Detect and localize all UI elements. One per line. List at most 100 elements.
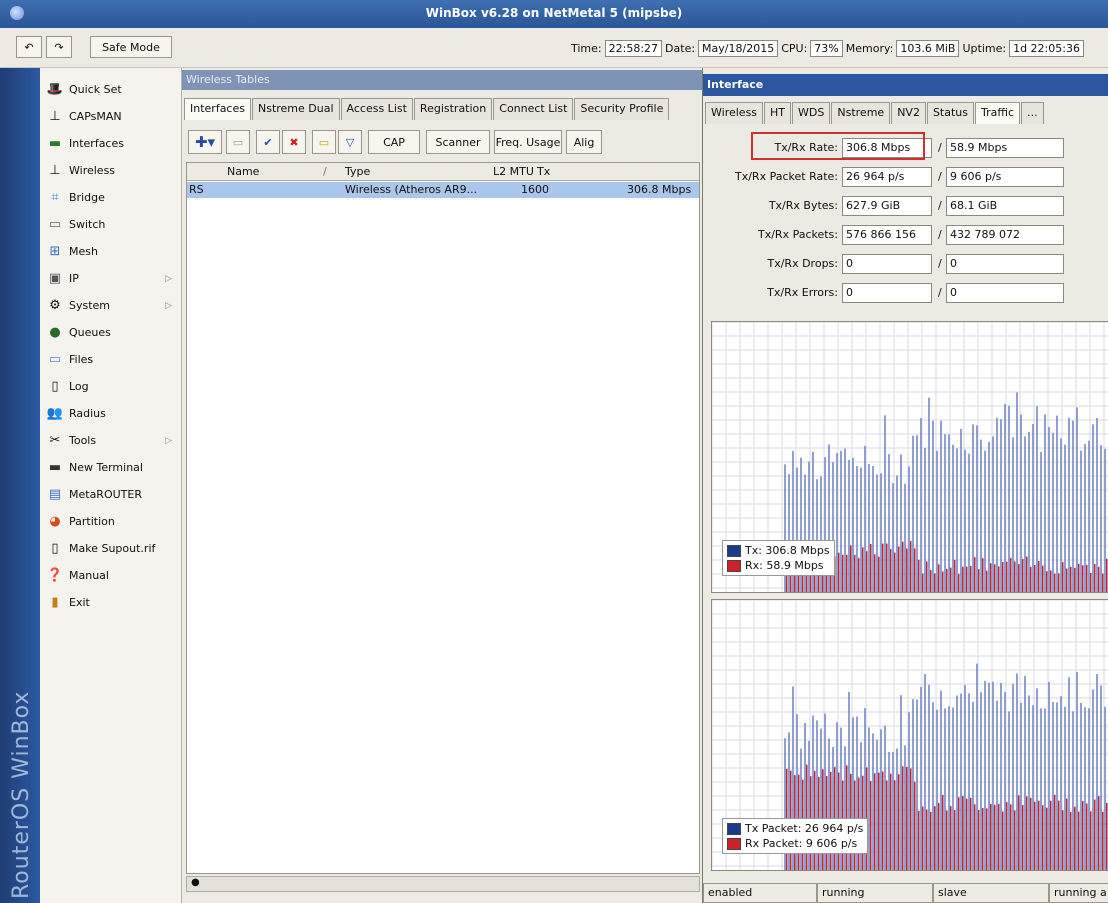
remove-button[interactable]: ▭ [226,130,250,154]
menu-item-quick-set[interactable]: 🎩 Quick Set [40,76,182,103]
column-tx[interactable]: Tx [537,165,550,178]
tab-security-profile[interactable]: Security Profile [574,98,670,120]
tx-bar [1064,444,1066,592]
tab-nv2[interactable]: NV2 [891,102,926,124]
menu-item-manual[interactable]: ❓ Manual [40,562,182,589]
add-button[interactable]: ✚▾ [188,130,222,154]
filter-button[interactable]: ▽ [338,130,362,154]
rx-bar [1014,810,1016,870]
menu-item-wireless[interactable]: ⊥ Wireless [40,157,182,184]
rx-bar [882,771,884,870]
tab-registration[interactable]: Registration [413,98,493,120]
menu-item-make-supout[interactable]: ▯ Make Supout.rif [40,535,182,562]
tx-bar [988,682,990,870]
tx-bar [1060,438,1062,592]
table-row[interactable]: RS Wireless (Atheros AR9... 1600 306.8 M… [187,182,699,198]
rx-bar [962,566,964,592]
menu-item-metarouter[interactable]: ▤ MetaROUTER [40,481,182,508]
field-rx-value[interactable]: 0 [946,283,1064,303]
interfaces-icon: ▬ [48,136,62,151]
tab-nstreme-dual[interactable]: Nstreme Dual [251,98,340,120]
field-tx-value[interactable]: 627.9 GiB [842,196,932,216]
tx-bar [972,701,974,870]
menu-item-system[interactable]: ⚙ System ▷ [40,292,182,319]
rx-bar [1074,567,1076,592]
field-rx-value[interactable]: 68.1 GiB [946,196,1064,216]
rx-bar [1094,799,1096,870]
tx-bar [1060,696,1062,870]
field-tx-value[interactable]: 576 866 156 [842,225,932,245]
menu-item-radius[interactable]: 👥 Radius [40,400,182,427]
menu-item-bridge[interactable]: ⌗ Bridge [40,184,182,211]
comment-button[interactable]: ▭ [312,130,336,154]
menu-item-switch[interactable]: ▭ Switch [40,211,182,238]
rx-bar [918,559,920,592]
tx-bar [924,447,926,592]
x-icon: ✖ [289,135,299,149]
rx-bar [1082,565,1084,592]
rx-bar [942,571,944,592]
field-rx-value[interactable]: 0 [946,254,1064,274]
column-name[interactable]: Name [227,165,259,178]
field-tx-value[interactable]: 0 [842,283,932,303]
rx-bar [986,808,988,870]
tab-connect-list[interactable]: Connect List [493,98,574,120]
menu-item-tools[interactable]: ✂ Tools ▷ [40,427,182,454]
align-button[interactable]: Alig [566,130,602,154]
rx-bar [1098,566,1100,592]
tab-more[interactable]: ... [1021,102,1044,124]
tx-bar [964,449,966,592]
freq-usage-button[interactable]: Freq. Usage [494,130,562,154]
tx-bar [1044,414,1046,592]
tx-bar [976,663,978,870]
field-tx-value[interactable]: 0 [842,254,932,274]
tab-interfaces[interactable]: Interfaces [184,98,251,120]
brand-text: RouterOS WinBox [9,690,34,899]
tab-traffic[interactable]: Traffic [975,102,1021,124]
menu-item-interfaces[interactable]: ▬ Interfaces [40,130,182,157]
wireless-tables-title[interactable]: Wireless Tables [182,70,702,90]
tab-wds[interactable]: WDS [792,102,831,124]
field-txrx-bytes: Tx/Rx Bytes: 627.9 GiB / 68.1 GiB [703,196,1108,216]
tab-wireless[interactable]: Wireless [705,102,764,124]
redo-button[interactable]: ↷ [46,36,72,58]
scanner-button[interactable]: Scanner [426,130,490,154]
column-type[interactable]: Type [345,165,370,178]
menu-item-ip[interactable]: ▣ IP ▷ [40,265,182,292]
table-scrollbar[interactable]: ● [186,876,700,892]
disable-button[interactable]: ✖ [282,130,306,154]
field-rx-value[interactable]: 432 789 072 [946,225,1064,245]
menu-item-exit[interactable]: ▮ Exit [40,589,182,616]
date-value: May/18/2015 [698,39,779,57]
field-rx-value[interactable]: 58.9 Mbps [946,138,1064,158]
tab-status[interactable]: Status [926,102,975,124]
tx-bar [1052,702,1054,870]
menu-item-mesh[interactable]: ⊞ Mesh [40,238,182,265]
table-header: Name / Type L2 MTU Tx [187,163,699,181]
cap-button[interactable]: CAP [368,130,420,154]
rx-bar [1018,564,1020,592]
tab-nstreme[interactable]: Nstreme [831,102,891,124]
field-tx-value[interactable]: 26 964 p/s [842,167,932,187]
safe-mode-button[interactable]: Safe Mode [90,36,172,58]
field-rx-value[interactable]: 9 606 p/s [946,167,1064,187]
scroll-thumb[interactable]: ● [191,877,200,888]
column-l2-mtu[interactable]: L2 MTU [493,165,534,178]
menu-item-new-terminal[interactable]: ▬ New Terminal [40,454,182,481]
undo-button[interactable]: ↶ [16,36,42,58]
menu-item-files[interactable]: ▭ Files [40,346,182,373]
menu-item-log[interactable]: ▯ Log [40,373,182,400]
tx-bar [976,425,978,592]
rx-bar [1062,562,1064,592]
rx-bar [886,780,888,870]
undo-icon: ↶ [24,40,34,54]
enable-button[interactable]: ✔ [256,130,280,154]
tx-bar [1048,681,1050,870]
menu-item-queues[interactable]: ● Queues [40,319,182,346]
title-bar[interactable]: WinBox v6.28 on NetMetal 5 (mipsbe) [0,0,1108,28]
menu-item-partition[interactable]: ◕ Partition [40,508,182,535]
tab-access-list[interactable]: Access List [340,98,413,120]
tab-ht[interactable]: HT [764,102,792,124]
menu-item-capsman[interactable]: ⊥ CAPsMAN [40,103,182,130]
interface-title[interactable]: Interface [703,74,1108,96]
